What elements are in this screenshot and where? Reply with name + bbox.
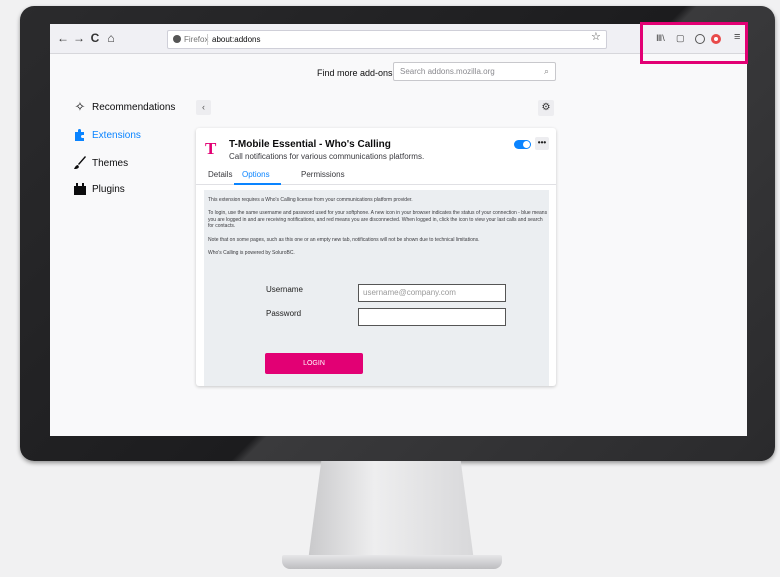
bookmark-star-icon[interactable]: ☆	[591, 30, 601, 43]
options-paragraph: To login, use the same username and pass…	[208, 210, 548, 229]
puzzle-icon	[72, 128, 88, 142]
addons-search-input[interactable]: Search addons.mozilla.org ⌕	[393, 62, 556, 81]
url-bar[interactable]: Firefox about:addons	[167, 30, 607, 49]
tab-active-indicator	[234, 183, 281, 185]
username-placeholder: username@company.com	[363, 288, 456, 297]
url-separator	[207, 34, 208, 45]
monitor-stand-base	[282, 555, 502, 569]
addon-enable-toggle[interactable]	[514, 140, 531, 149]
search-icon: ⌕	[543, 66, 549, 76]
username-field[interactable]: username@company.com	[358, 284, 506, 302]
tab-options[interactable]: Options	[242, 170, 270, 179]
sidebar-item-themes[interactable]: Themes	[72, 156, 128, 170]
sidebar-item-label: Recommendations	[92, 101, 176, 113]
password-label: Password	[266, 309, 302, 318]
brush-icon	[72, 156, 88, 170]
plugin-icon	[72, 182, 88, 196]
options-paragraph: Note that on some pages, such as this on…	[208, 237, 480, 243]
tab-details[interactable]: Details	[208, 170, 232, 179]
addon-description: Call notifications for various communica…	[229, 152, 425, 161]
addon-tabs: Details Options Permissions	[196, 168, 556, 185]
sidebar-item-label: Plugins	[92, 183, 125, 195]
home-icon[interactable]: ⌂	[104, 31, 118, 45]
username-label: Username	[266, 285, 303, 294]
addon-name[interactable]: T-Mobile Essential - Who's Calling	[229, 139, 391, 150]
sidebar-item-recommendations[interactable]: ✧ Recommendations	[72, 99, 176, 114]
sidebar-item-label: Themes	[92, 157, 129, 169]
options-paragraph: Who's Calling is powered by SoluroBC.	[208, 250, 295, 256]
sidebar-item-plugins[interactable]: Plugins	[72, 182, 125, 196]
login-button[interactable]: LOGIN	[265, 353, 363, 374]
search-placeholder: Search addons.mozilla.org	[400, 67, 495, 76]
toolbar-highlight-box	[640, 22, 748, 64]
more-options-button[interactable]: •••	[535, 137, 549, 150]
firefox-identity: Firefox	[173, 31, 208, 48]
browser-window: ← → C ⌂ Firefox about:addons ☆ Ⅲ\ ▢ ≡ Fi…	[50, 24, 747, 436]
sidebar-item-label: Extensions	[92, 129, 141, 141]
puzzle-star-icon: ✧	[74, 99, 86, 114]
options-panel: This extension requires a Who's Calling …	[204, 190, 549, 386]
forward-icon[interactable]: →	[72, 31, 86, 45]
t-mobile-logo: T	[205, 139, 217, 158]
options-paragraph: This extension requires a Who's Calling …	[208, 197, 413, 203]
sidebar-item-extensions[interactable]: Extensions	[72, 128, 141, 142]
tab-permissions[interactable]: Permissions	[301, 170, 345, 179]
gear-icon[interactable]: ⚙	[538, 100, 554, 116]
password-field[interactable]	[358, 308, 506, 326]
addon-card: T T-Mobile Essential - Who's Calling Cal…	[196, 128, 556, 386]
monitor-stand-neck	[308, 461, 474, 561]
reload-icon[interactable]: C	[88, 31, 102, 45]
url-text[interactable]: about:addons	[212, 31, 261, 48]
back-button[interactable]: ‹	[196, 100, 211, 115]
find-more-label: Find more add-ons	[317, 68, 393, 78]
back-icon[interactable]: ←	[56, 31, 70, 45]
